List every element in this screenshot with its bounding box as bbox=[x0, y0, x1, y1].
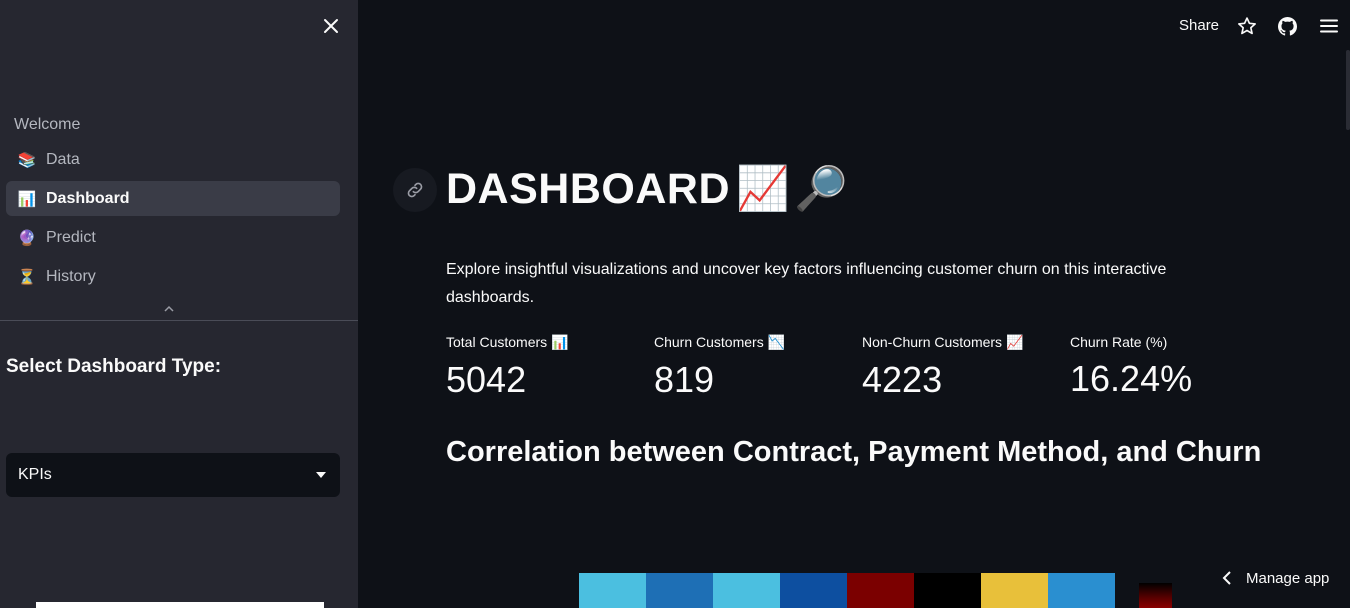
intro-text: Explore insightful visualizations and un… bbox=[446, 261, 1167, 306]
share-button[interactable]: Share bbox=[1179, 17, 1219, 34]
nav-item-dashboard[interactable]: 📊 Dashboard bbox=[6, 181, 340, 216]
sidebar-divider bbox=[0, 320, 358, 321]
books-icon: 📚 bbox=[17, 151, 37, 169]
main-menu-button[interactable] bbox=[1317, 14, 1341, 38]
select-value: KPIs bbox=[18, 466, 52, 483]
heatmap-cell bbox=[847, 573, 914, 608]
chart-increasing-icon: 📈 bbox=[735, 165, 791, 213]
github-icon bbox=[1277, 16, 1297, 36]
select-dashboard-type-label: Select Dashboard Type: bbox=[6, 356, 222, 377]
crystal-ball-icon: 🔮 bbox=[17, 229, 37, 247]
dashboard-type-select[interactable]: KPIs bbox=[6, 453, 340, 497]
nav-item-welcome[interactable]: Welcome bbox=[6, 108, 340, 142]
page-title: DASHBOARD 📈 🔎 bbox=[446, 164, 849, 214]
heatmap-color-scale bbox=[1139, 583, 1172, 608]
section-title: Correlation between Contract, Payment Me… bbox=[446, 436, 1262, 468]
chevron-down-icon bbox=[316, 472, 326, 478]
metric-churn-rate: Churn Rate (%) 16.24% bbox=[1070, 334, 1270, 400]
heatmap-cell bbox=[579, 573, 646, 608]
hourglass-icon: ⏳ bbox=[17, 268, 37, 286]
manage-app-button[interactable]: Manage app bbox=[1210, 560, 1350, 596]
bar-chart-icon: 📊 bbox=[17, 190, 37, 208]
metric-value: 5042 bbox=[446, 359, 527, 400]
heatmap-preview bbox=[579, 573, 1115, 608]
metric-churn-customers: Churn Customers 📉 819 bbox=[654, 334, 854, 401]
nav-item-predict[interactable]: 🔮 Predict bbox=[6, 220, 340, 255]
manage-app-label: Manage app bbox=[1246, 569, 1330, 587]
metric-value: 819 bbox=[654, 359, 715, 400]
nav-item-label: Predict bbox=[46, 228, 96, 246]
close-sidebar-button[interactable] bbox=[318, 14, 344, 40]
star-button[interactable] bbox=[1235, 14, 1259, 38]
metric-label: Total Customers 📊 bbox=[446, 334, 569, 350]
sidebar: Welcome 📚 Data 📊 Dashboard 🔮 Predict ⏳ H… bbox=[0, 0, 358, 608]
sidebar-nav: Welcome 📚 Data 📊 Dashboard 🔮 Predict ⏳ H… bbox=[6, 108, 340, 298]
nav-item-label: Dashboard bbox=[46, 189, 130, 207]
sidebar-bottom-strip bbox=[36, 602, 324, 608]
heatmap-cell bbox=[1048, 573, 1115, 608]
heatmap-cell bbox=[780, 573, 847, 608]
nav-item-history[interactable]: ⏳ History bbox=[6, 259, 340, 294]
hamburger-menu-icon bbox=[1320, 19, 1338, 33]
github-button[interactable] bbox=[1275, 14, 1299, 38]
metric-total-customers: Total Customers 📊 5042 bbox=[446, 334, 646, 401]
nav-item-data[interactable]: 📚 Data bbox=[6, 142, 340, 177]
collapse-nav-icon[interactable] bbox=[164, 302, 174, 316]
heatmap-cell bbox=[646, 573, 713, 608]
heatmap-cell bbox=[981, 573, 1048, 608]
scrollbar[interactable] bbox=[1346, 50, 1350, 130]
chevron-left-icon bbox=[1222, 571, 1231, 585]
page-title-text: DASHBOARD bbox=[446, 164, 730, 213]
nav-item-label: Data bbox=[46, 150, 80, 168]
heatmap-cell bbox=[713, 573, 780, 608]
metric-label: Churn Customers 📉 bbox=[654, 334, 786, 350]
metric-non-churn-customers: Non-Churn Customers 📈 4223 bbox=[862, 334, 1062, 401]
metric-label: Churn Rate (%) bbox=[1070, 334, 1168, 350]
nav-item-label: History bbox=[46, 267, 96, 285]
title-anchor-link[interactable] bbox=[393, 168, 437, 212]
metric-label: Non-Churn Customers 📈 bbox=[862, 334, 1024, 350]
link-icon bbox=[407, 182, 423, 198]
magnifier-icon: 🔎 bbox=[793, 165, 849, 213]
star-icon bbox=[1238, 17, 1256, 35]
close-icon bbox=[324, 19, 338, 33]
heatmap-cell bbox=[914, 573, 981, 608]
metric-value: 16.24% bbox=[1070, 358, 1193, 399]
metric-value: 4223 bbox=[862, 359, 943, 400]
